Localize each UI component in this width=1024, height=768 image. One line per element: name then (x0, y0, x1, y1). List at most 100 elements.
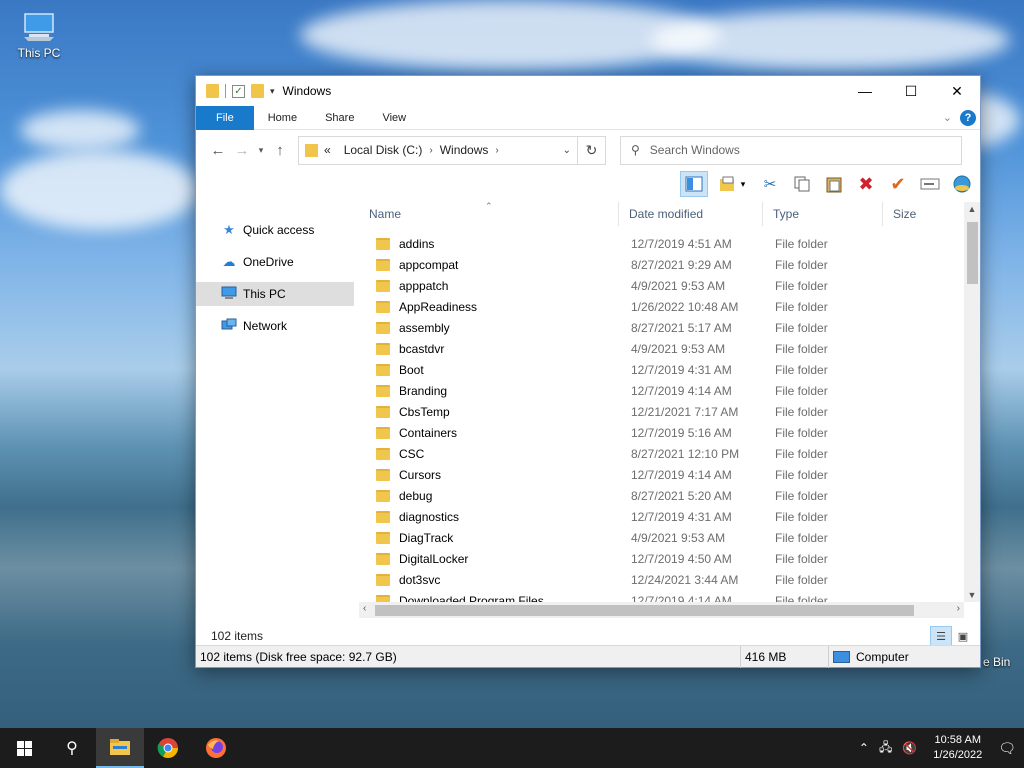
folder-icon (376, 405, 390, 418)
file-name: DigitalLocker (399, 551, 469, 566)
paste-icon[interactable] (820, 171, 848, 197)
table-row[interactable]: CSC 8/27/2021 12:10 PM File folder (359, 443, 964, 464)
nav-item-label: OneDrive (243, 255, 294, 269)
tab-view[interactable]: View (368, 106, 420, 130)
address-overflow[interactable]: « (324, 143, 331, 157)
computer-icon (22, 12, 56, 42)
breadcrumb-separator[interactable]: › (429, 145, 432, 156)
recent-locations-chevron-icon[interactable]: ▾ (254, 145, 268, 156)
table-row[interactable]: diagnostics 12/7/2019 4:31 AM File folder (359, 506, 964, 527)
breadcrumb-separator[interactable]: › (495, 145, 498, 156)
network-icon[interactable]: 🖧 (879, 738, 892, 759)
table-row[interactable]: AppReadiness 1/26/2022 10:48 AM File folde… (359, 296, 964, 317)
folder-icon (376, 237, 390, 250)
rename-icon[interactable] (916, 171, 944, 197)
scroll-right-icon[interactable]: › (957, 603, 960, 614)
large-icons-view-icon[interactable]: ▣ (952, 626, 974, 646)
nav-item-quick-access[interactable]: ★ Quick access (196, 218, 354, 242)
folder-icon (376, 321, 390, 334)
horizontal-scrollbar[interactable]: ‹ › (359, 602, 964, 618)
breadcrumb-windows[interactable]: Windows (440, 143, 489, 157)
search-icon[interactable]: ⚲ (48, 728, 96, 768)
column-header-size[interactable]: Size (883, 202, 953, 226)
scroll-thumb[interactable] (375, 605, 914, 616)
table-row[interactable]: DigitalLocker 12/7/2019 4:50 AM File folde… (359, 548, 964, 569)
customize-toolbar-icon[interactable]: ▾ (270, 86, 275, 97)
volume-muted-icon[interactable]: 🔇 (902, 741, 917, 755)
table-row[interactable]: Boot 12/7/2019 4:31 AM File folder (359, 359, 964, 380)
minimize-button[interactable]: — (842, 76, 888, 106)
notifications-icon[interactable]: 🗨 (998, 740, 1016, 757)
table-row[interactable]: bcastdvr 4/9/2021 9:53 AM File folder (359, 338, 964, 359)
chevron-down-icon[interactable]: ⌄ (563, 145, 577, 156)
tab-share[interactable]: Share (311, 106, 368, 130)
file-date: 1/26/2022 10:48 AM (631, 299, 739, 314)
breadcrumb-local-disk[interactable]: Local Disk (C:) (344, 143, 423, 157)
nav-item-onedrive[interactable]: ☁ OneDrive (196, 250, 354, 274)
recycle-bin-label[interactable]: e Bin (983, 655, 1010, 669)
scroll-up-icon[interactable]: ▲ (964, 204, 980, 214)
column-header-name[interactable]: ⌃ Name (359, 202, 619, 226)
up-arrow-icon[interactable]: ↑ (268, 142, 292, 159)
folder-icon (376, 342, 390, 355)
file-name-cell: Cursors (359, 468, 631, 482)
file-date: 4/9/2021 9:53 AM (631, 341, 726, 356)
tab-home[interactable]: Home (254, 106, 311, 130)
chevron-up-icon[interactable]: ⌃ (859, 741, 869, 755)
file-name-cell: CbsTemp (359, 405, 631, 419)
delete-icon[interactable]: ✖ (852, 171, 880, 197)
scroll-thumb[interactable] (967, 222, 978, 284)
table-row[interactable]: appcompat 8/27/2021 9:29 AM File folder (359, 254, 964, 275)
details-view-icon[interactable]: ☰ (930, 626, 952, 646)
properties-icon[interactable]: ✓ (232, 84, 245, 98)
maximize-button[interactable]: ☐ (888, 76, 934, 106)
table-row[interactable]: addins 12/7/2019 4:51 AM File folder (359, 233, 964, 254)
cut-icon[interactable]: ✂ (756, 171, 784, 197)
column-header-date-modified[interactable]: Date modified (619, 202, 763, 226)
table-row[interactable]: Branding 12/7/2019 4:14 AM File folder (359, 380, 964, 401)
nav-item-this-pc[interactable]: This PC (196, 282, 354, 306)
forward-arrow-icon[interactable]: → (230, 142, 254, 159)
new-folder-icon[interactable] (251, 84, 264, 98)
close-button[interactable]: ✕ (934, 76, 980, 106)
file-explorer-icon[interactable] (96, 728, 144, 768)
table-row[interactable]: dot3svc 12/24/2021 3:44 AM File folder (359, 569, 964, 590)
chrome-icon[interactable] (144, 728, 192, 768)
table-row[interactable]: DiagTrack 4/9/2021 9:53 AM File folder (359, 527, 964, 548)
expand-ribbon-icon[interactable]: ⌄ (943, 111, 952, 124)
copy-icon[interactable] (788, 171, 816, 197)
clock[interactable]: 10:58 AM 1/26/2022 (927, 733, 988, 763)
back-arrow-icon[interactable]: ← (206, 142, 230, 159)
globe-icon[interactable] (948, 171, 976, 197)
start-icon[interactable] (0, 728, 48, 768)
view-options-icon[interactable]: ▾ (712, 171, 752, 197)
file-date: 12/24/2021 3:44 AM (631, 572, 739, 587)
firefox-icon[interactable] (192, 728, 240, 768)
table-row[interactable]: Cursors 12/7/2019 4:14 AM File folder (359, 464, 964, 485)
table-row[interactable]: assembly 8/27/2021 5:17 AM File folder (359, 317, 964, 338)
tab-file[interactable]: File (196, 105, 254, 130)
content-area: ★ Quick access ☁ OneDrive This PC Networ… (196, 202, 980, 627)
search-input[interactable]: ⚲ Search Windows (620, 135, 962, 165)
nav-item-network[interactable]: Network (196, 314, 354, 338)
title-bar[interactable]: ✓ ▾ Windows — ☐ ✕ (196, 76, 980, 106)
explorer-window: ✓ ▾ Windows — ☐ ✕ File Home Share View ⌄… (195, 75, 981, 668)
address-bar[interactable]: « Local Disk (C:) › Windows › ⌄ (298, 135, 578, 165)
vertical-scrollbar[interactable]: ▲ ▼ (964, 202, 980, 602)
taskbar: ⚲ ⌃ 🖧 🔇 10:58 AM 1/26/2022 🗨 (0, 728, 1024, 768)
column-header-type[interactable]: Type (763, 202, 883, 226)
help-icon[interactable]: ? (960, 109, 976, 126)
scroll-down-icon[interactable]: ▼ (964, 590, 980, 600)
file-name-cell: apppatch (359, 279, 631, 293)
preview-pane-icon[interactable] (680, 171, 708, 197)
checkmark-icon[interactable]: ✔ (884, 171, 912, 197)
scroll-left-icon[interactable]: ‹ (363, 603, 366, 614)
table-row[interactable]: debug 8/27/2021 5:20 AM File folder (359, 485, 964, 506)
desktop-icon-this-pc[interactable]: This PC (9, 12, 69, 60)
table-row[interactable]: Containers 12/7/2019 5:16 AM File folder (359, 422, 964, 443)
refresh-icon[interactable]: ↻ (578, 135, 606, 165)
table-row[interactable]: apppatch 4/9/2021 9:53 AM File folder (359, 275, 964, 296)
folder-icon (376, 384, 390, 397)
file-date: 12/7/2019 4:14 AM (631, 383, 732, 398)
table-row[interactable]: CbsTemp 12/21/2021 7:17 AM File folder (359, 401, 964, 422)
